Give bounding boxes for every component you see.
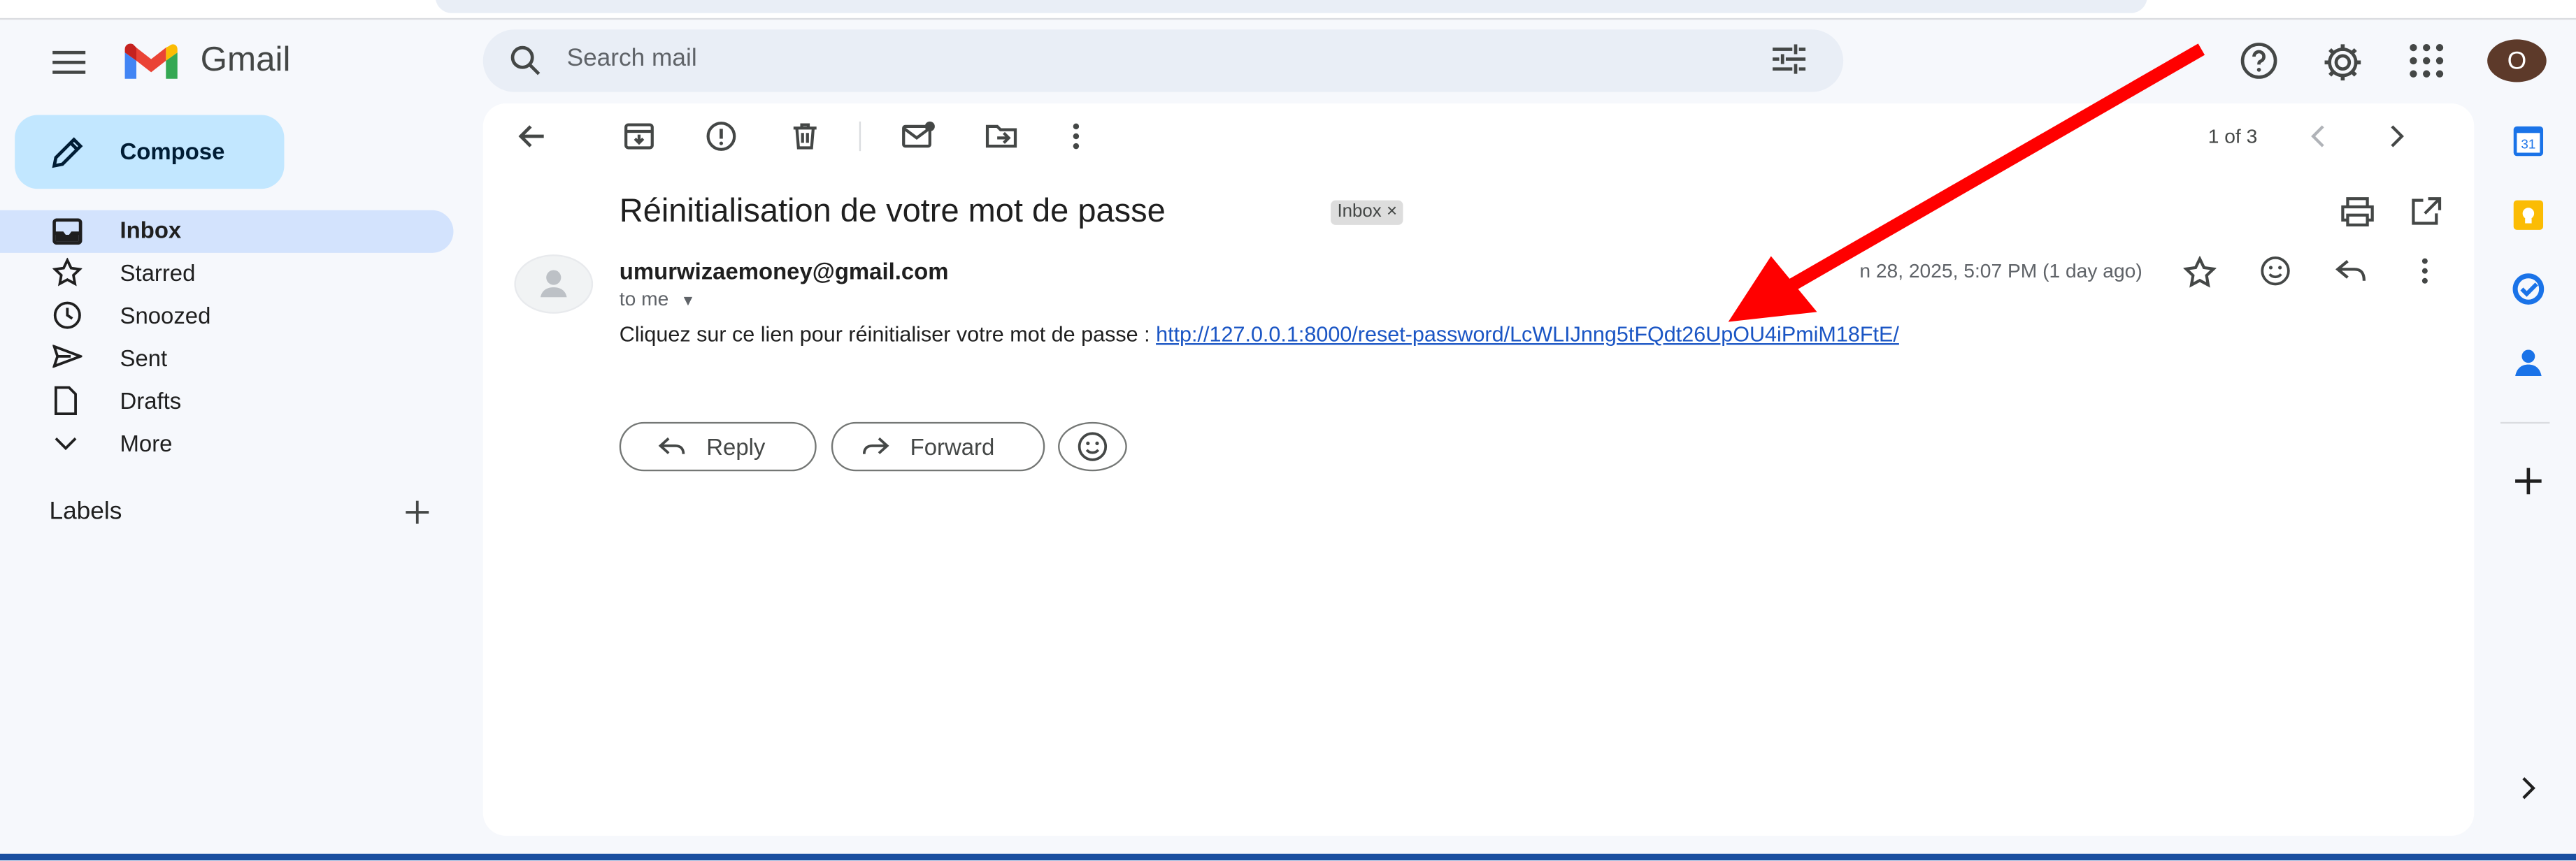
emoji-icon — [1076, 430, 1109, 463]
help-icon[interactable] — [2238, 39, 2280, 82]
sidebar-item-label: Drafts — [120, 387, 182, 414]
contacts-icon[interactable] — [2510, 345, 2547, 381]
inbox-label-chip[interactable]: Inbox × — [1331, 200, 1404, 225]
toolbar-divider — [859, 121, 861, 152]
star-icon — [52, 257, 83, 287]
back-arrow-icon[interactable] — [516, 120, 549, 153]
keep-notes-icon[interactable] — [2510, 197, 2547, 233]
chevron-right-icon[interactable] — [2382, 123, 2409, 150]
reply-label: Reply — [706, 433, 766, 460]
forward-button[interactable]: Forward — [831, 421, 1045, 472]
sender-avatar — [514, 254, 594, 314]
email-subject: Réinitialisation de votre mot de passe — [619, 194, 1166, 230]
emoji-react-button[interactable] — [1058, 421, 1127, 472]
emoji-react-icon[interactable] — [2259, 254, 2292, 287]
reply-icon[interactable] — [2335, 256, 2368, 286]
mark-unread-icon[interactable] — [901, 120, 937, 153]
chevron-left-icon[interactable] — [2307, 123, 2333, 150]
send-icon — [52, 345, 83, 368]
svg-text:31: 31 — [2521, 137, 2535, 152]
annotation-arrow — [1708, 39, 2217, 335]
delete-icon[interactable] — [789, 120, 822, 153]
search-input[interactable]: Search mail — [567, 44, 697, 72]
side-panel-divider — [2500, 421, 2550, 424]
gmail-logo-icon[interactable] — [122, 43, 181, 82]
sender-email[interactable]: umurwizaemoney@gmail.com — [620, 258, 949, 284]
labels-heading: Labels — [49, 497, 122, 526]
email-body: Cliquez sur ce lien pour réinitialiser v… — [620, 322, 1899, 347]
sidebar-item-label: Starred — [120, 259, 196, 286]
browser-address-bar[interactable] — [435, 0, 2147, 13]
draft-icon — [52, 386, 79, 415]
add-label-icon[interactable] — [404, 499, 431, 526]
app-brand-name[interactable]: Gmail — [201, 41, 291, 80]
calendar-icon[interactable]: 31 — [2510, 123, 2547, 159]
sidebar-item-label: Sent — [120, 345, 168, 371]
open-new-window-icon[interactable] — [2410, 197, 2443, 226]
more-vert-icon[interactable] — [1068, 120, 1084, 153]
apps-grid-icon[interactable] — [2405, 39, 2448, 82]
clock-icon — [52, 301, 82, 330]
more-vert-icon[interactable] — [2417, 256, 2433, 286]
pencil-icon — [49, 135, 85, 171]
inbox-icon — [52, 218, 83, 245]
expand-side-panel-icon[interactable] — [2517, 775, 2540, 802]
move-to-icon[interactable] — [984, 120, 1020, 153]
recipient-details[interactable]: to me ▼ — [620, 287, 696, 310]
taskbar-edge — [0, 853, 2576, 861]
reply-button[interactable]: Reply — [619, 421, 817, 472]
add-app-icon[interactable] — [2510, 463, 2547, 500]
archive-icon[interactable] — [622, 120, 655, 153]
report-spam-icon[interactable] — [705, 120, 738, 153]
body-text: Cliquez sur ce lien pour réinitialiser v… — [619, 321, 1157, 347]
sidebar-item-label: More — [120, 430, 173, 457]
sidebar-item-label: Inbox — [120, 217, 182, 243]
chevron-down-icon — [52, 435, 79, 451]
chip-label: Inbox — [1337, 201, 1382, 222]
account-avatar[interactable]: O — [2487, 39, 2547, 82]
sidebar-item-label: Snoozed — [120, 302, 211, 328]
reply-icon — [657, 435, 687, 458]
tasks-icon[interactable] — [2510, 271, 2547, 308]
print-icon[interactable] — [2340, 197, 2376, 226]
close-icon[interactable]: × — [1387, 202, 1397, 222]
search-icon[interactable] — [509, 44, 542, 77]
caret-down-icon[interactable]: ▼ — [681, 292, 696, 308]
main-menu-icon[interactable] — [46, 41, 92, 84]
compose-label: Compose — [120, 138, 225, 164]
gear-icon[interactable] — [2319, 39, 2366, 85]
recipient-label: to me — [619, 287, 669, 311]
forward-label: Forward — [910, 433, 995, 460]
forward-icon — [861, 435, 890, 458]
